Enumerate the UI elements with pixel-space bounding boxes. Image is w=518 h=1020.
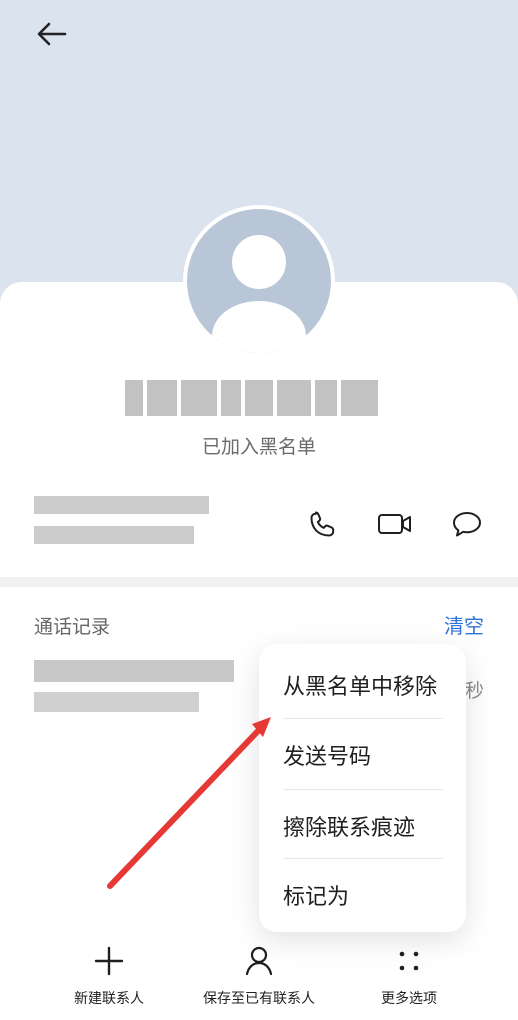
phone-icon — [310, 511, 335, 537]
call-button[interactable] — [304, 505, 342, 543]
menu-item-label: 擦除联系痕迹 — [283, 816, 416, 841]
menu-item-label: 发送号码 — [283, 745, 372, 770]
nav-label: 更多选项 — [381, 991, 437, 1007]
menu-separator — [283, 858, 443, 859]
message-icon — [453, 512, 481, 537]
nav-label: 新建联系人 — [74, 991, 144, 1007]
message-button[interactable] — [448, 505, 486, 543]
call-history-item-blurred[interactable] — [34, 660, 244, 718]
menu-separator — [283, 718, 443, 719]
more-options-button[interactable]: 更多选项 — [374, 942, 444, 1020]
phone-number-blurred — [34, 496, 214, 560]
call-history-title: 通话记录 — [34, 616, 111, 638]
more-icon — [399, 951, 419, 971]
plus-icon — [94, 946, 124, 976]
video-camera-icon — [378, 514, 411, 534]
contact-name-blurred — [125, 380, 390, 416]
menu-item-mark-as[interactable]: 标记为 — [283, 860, 443, 930]
contact-actions — [304, 505, 486, 543]
clear-history-button[interactable]: 清空 — [444, 610, 484, 639]
avatar — [183, 205, 335, 357]
person-icon — [245, 946, 273, 976]
menu-item-label: 从黑名单中移除 — [283, 675, 438, 700]
section-divider — [0, 577, 518, 587]
nav-label: 保存至已有联系人 — [203, 991, 315, 1007]
new-contact-button[interactable]: 新建联系人 — [69, 942, 149, 1020]
blacklist-status: 已加入黑名单 — [201, 436, 316, 458]
menu-item-send-number[interactable]: 发送号码 — [283, 720, 443, 790]
menu-item-remove-from-blacklist[interactable]: 从黑名单中移除 — [283, 650, 443, 720]
menu-separator — [283, 789, 443, 790]
context-menu: 从黑名单中移除 发送号码 擦除联系痕迹 标记为 — [259, 644, 466, 932]
menu-item-label: 标记为 — [283, 885, 350, 910]
menu-item-erase-traces[interactable]: 擦除联系痕迹 — [283, 791, 443, 861]
back-button[interactable] — [30, 14, 74, 54]
video-call-button[interactable] — [376, 505, 414, 543]
bottom-navigation: 新建联系人 保存至已有联系人 更多选项 — [0, 942, 518, 1020]
save-to-existing-contact-button[interactable]: 保存至已有联系人 — [199, 942, 319, 1020]
person-avatar-icon — [187, 209, 331, 353]
call-duration: 秒 — [464, 680, 484, 702]
arrow-left-icon — [37, 22, 67, 46]
